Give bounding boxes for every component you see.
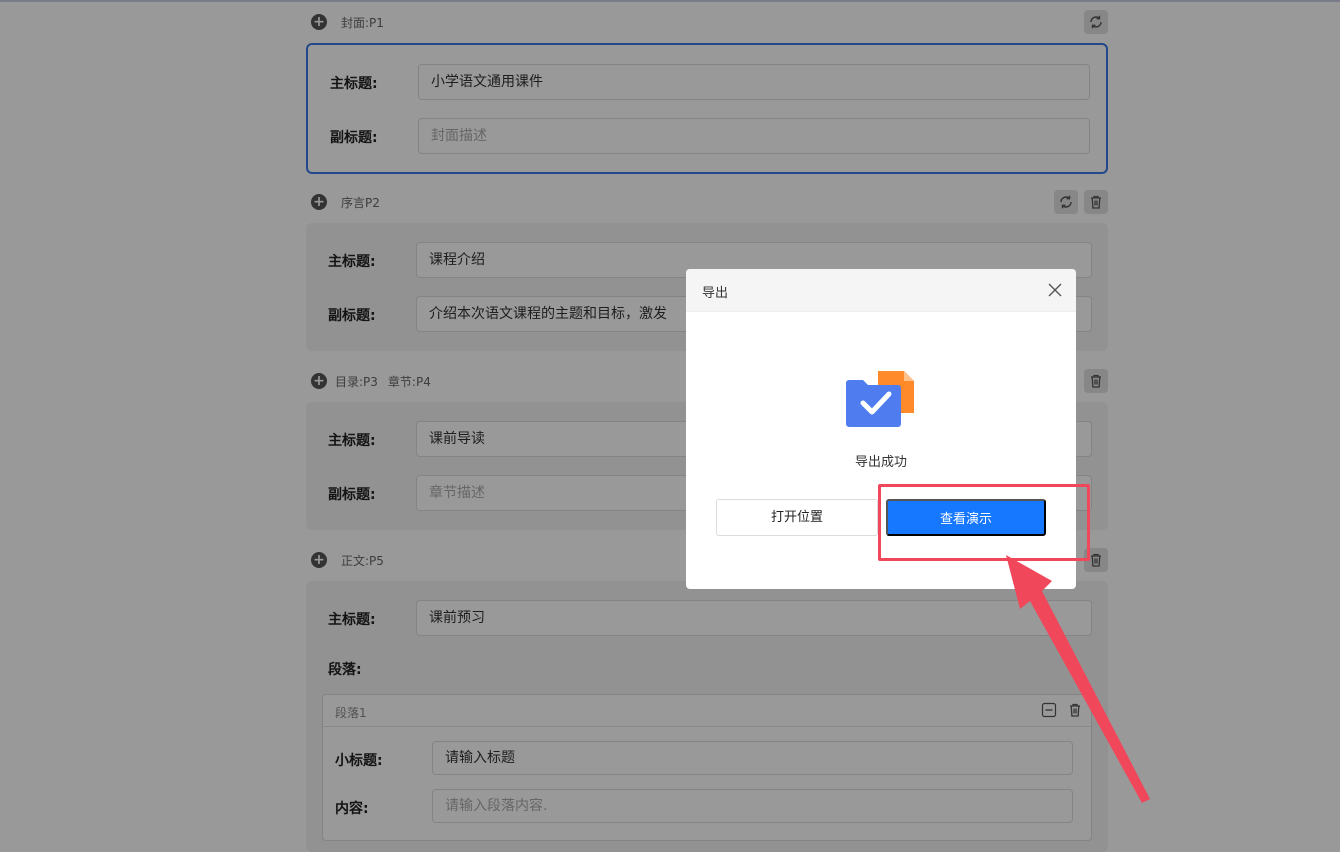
close-icon[interactable] bbox=[1046, 281, 1064, 299]
annotation-arrow bbox=[1006, 555, 1150, 803]
dialog-title: 导出 bbox=[702, 286, 729, 301]
export-success-message: 导出成功 bbox=[854, 455, 907, 470]
open-location-button[interactable]: 打开位置 bbox=[716, 499, 878, 536]
folder-check-icon bbox=[846, 369, 918, 429]
dialog-header: 导出 bbox=[686, 269, 1076, 312]
